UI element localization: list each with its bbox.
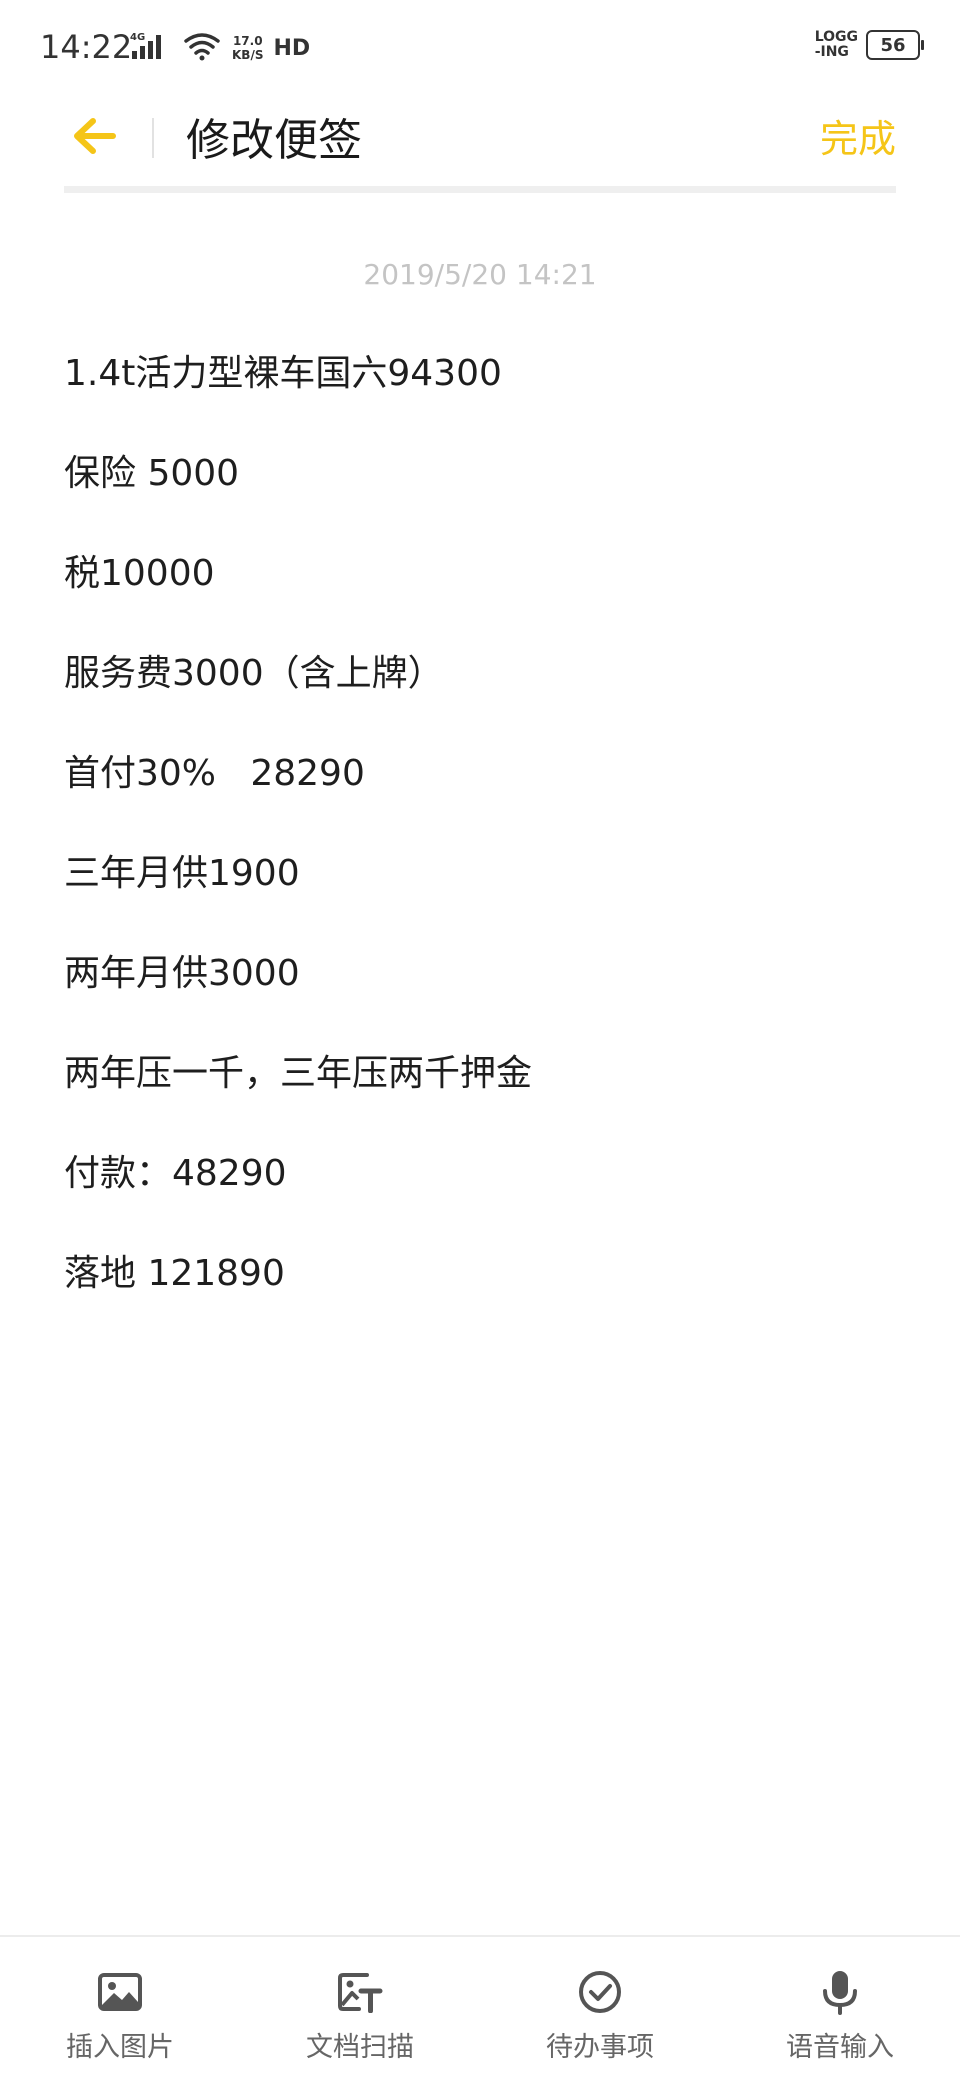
note-line[interactable]: 两年压一千，三年压两千押金 bbox=[64, 1044, 896, 1144]
todo-check-icon bbox=[575, 1967, 625, 2017]
logging-indicator: LOGG -ING bbox=[815, 30, 858, 60]
page-title: 修改便签 bbox=[186, 115, 362, 166]
note-edit-screen: 14:22 4G 17.0 KB/S HD LOGG -ING 56 修改便签 … bbox=[0, 0, 960, 2080]
status-icons: 4G 17.0 KB/S HD bbox=[130, 28, 310, 68]
logging-bottom: -ING bbox=[814, 44, 849, 60]
image-icon bbox=[95, 1967, 145, 2017]
header-divider-line bbox=[64, 186, 896, 193]
network-type-label: 4G bbox=[130, 32, 145, 43]
note-line[interactable]: 服务费3000（含上牌） bbox=[64, 644, 896, 744]
status-time: 14:22 bbox=[40, 28, 133, 66]
battery-icon: 56 bbox=[866, 30, 924, 60]
done-button[interactable]: 完成 bbox=[820, 108, 896, 163]
note-body[interactable]: 1.4t活力型裸车国六94300 保险 5000 税10000 服务费3000（… bbox=[64, 344, 896, 1344]
network-speed: 17.0 KB/S bbox=[232, 34, 263, 62]
status-bar: 14:22 4G 17.0 KB/S HD LOGG -ING 56 bbox=[0, 0, 960, 96]
todo-label: 待办事项 bbox=[546, 2032, 654, 2063]
note-line[interactable]: 1.4t活力型裸车国六94300 bbox=[64, 344, 896, 444]
insert-image-label: 插入图片 bbox=[66, 2032, 174, 2063]
document-scan-icon bbox=[335, 1967, 385, 2017]
status-right: LOGG -ING 56 bbox=[815, 30, 924, 60]
hd-call-icon: HD bbox=[273, 35, 311, 61]
note-line[interactable]: 两年月供3000 bbox=[64, 944, 896, 1044]
bottom-toolbar: 插入图片 文档扫描 待办事项 语音输入 bbox=[0, 1935, 960, 2080]
note-line[interactable]: 三年月供1900 bbox=[64, 844, 896, 944]
header: 修改便签 完成 bbox=[0, 96, 960, 192]
note-line[interactable]: 首付30% 28290 bbox=[64, 744, 896, 844]
document-scan-button[interactable]: 文档扫描 bbox=[240, 1937, 480, 2080]
note-line[interactable]: 税10000 bbox=[64, 544, 896, 644]
back-button[interactable] bbox=[64, 108, 124, 168]
signal-icon: 4G bbox=[130, 31, 172, 65]
header-divider bbox=[152, 118, 154, 158]
wifi-icon bbox=[182, 31, 222, 65]
voice-input-label: 语音输入 bbox=[786, 2032, 894, 2063]
insert-image-button[interactable]: 插入图片 bbox=[0, 1937, 240, 2080]
todo-button[interactable]: 待办事项 bbox=[480, 1937, 720, 2080]
voice-input-button[interactable]: 语音输入 bbox=[720, 1937, 960, 2080]
note-line[interactable]: 落地 121890 bbox=[64, 1244, 896, 1344]
note-line[interactable]: 保险 5000 bbox=[64, 444, 896, 544]
network-speed-unit: KB/S bbox=[232, 48, 264, 62]
note-timestamp: 2019/5/20 14:21 bbox=[363, 258, 597, 291]
document-scan-label: 文档扫描 bbox=[306, 2032, 414, 2063]
note-line[interactable]: 付款：48290 bbox=[64, 1144, 896, 1244]
logging-top: LOGG bbox=[814, 29, 858, 45]
microphone-icon bbox=[815, 1967, 865, 2017]
back-arrow-icon bbox=[71, 116, 117, 160]
network-speed-value: 17.0 bbox=[232, 34, 263, 48]
